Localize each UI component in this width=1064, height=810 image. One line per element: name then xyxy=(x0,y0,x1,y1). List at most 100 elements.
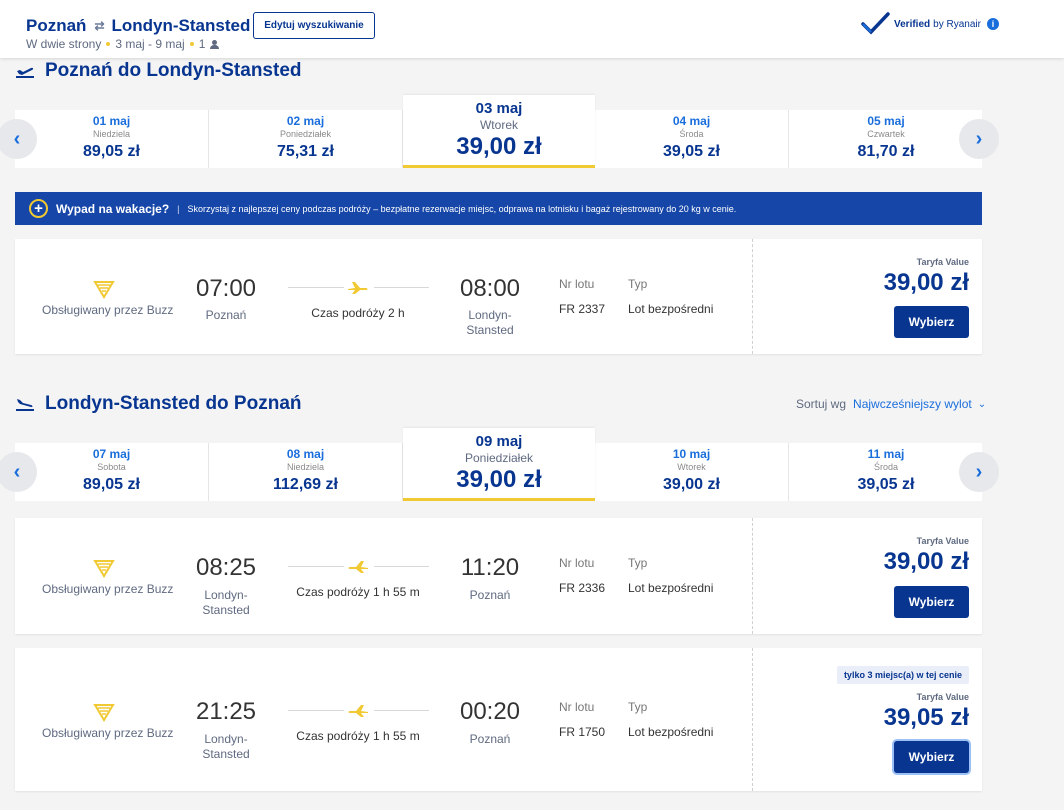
date-label: 11 maj xyxy=(867,447,905,461)
flight-type-label: Typ xyxy=(628,277,648,291)
select-flight-button[interactable]: Wybierz xyxy=(894,586,969,618)
departure-city: Poznań xyxy=(205,308,247,322)
route-line xyxy=(288,710,344,711)
date-label: 10 maj xyxy=(672,447,711,461)
date-option[interactable]: 04 maj Środa 39,05 zł xyxy=(595,110,789,168)
operator-label: Obsługiwany przez Buzz xyxy=(42,582,174,596)
plane-icon xyxy=(348,705,368,717)
plane-takeoff-icon xyxy=(16,67,34,78)
date-price: 89,05 zł xyxy=(83,476,140,493)
date-price: 39,00 zł xyxy=(456,466,542,493)
departure-city: Londyn- Stansted xyxy=(202,732,250,761)
select-flight-button[interactable]: Wybierz xyxy=(894,306,969,338)
weekday-label: Środa xyxy=(679,129,704,139)
card-divider xyxy=(752,518,753,634)
date-option[interactable]: 02 maj Poniedziałek 75,31 zł xyxy=(209,110,403,168)
date-label: 02 maj xyxy=(286,114,325,128)
arrival-time: 11:20 xyxy=(460,554,520,581)
arrival-city: Poznań xyxy=(469,588,511,602)
weekday-label: Niedziela xyxy=(92,129,131,139)
route-line xyxy=(288,287,344,288)
date-option[interactable]: 10 maj Wtorek 39,00 zł xyxy=(595,443,789,501)
date-price: 89,05 zł xyxy=(83,143,140,160)
route-title: Poznań ⇄ Londyn-Stansted xyxy=(26,16,250,36)
flight-card: Obsługiwany przez Buzz 08:25 Londyn- Sta… xyxy=(15,518,982,634)
fare-label: Taryfa Value xyxy=(916,692,969,702)
weekday-label: Wtorek xyxy=(479,118,518,132)
chevron-left-icon: ‹ xyxy=(13,460,21,483)
route-line xyxy=(288,566,344,567)
sort-control[interactable]: Sortuj wg Najwcześniejszy wylot ⌄ xyxy=(796,397,986,411)
flight-number: FR 2337 xyxy=(559,302,606,316)
flight-type-label: Typ xyxy=(628,700,648,714)
top-bar: Poznań ⇄ Londyn-Stansted W dwie strony 3… xyxy=(0,0,1064,58)
weekday-label: Poniedziałek xyxy=(464,451,534,465)
inbound-title-text: Londyn-Stansted do Poznań xyxy=(45,393,302,414)
date-price: 39,05 zł xyxy=(663,143,720,160)
flight-number-label: Nr lotu xyxy=(559,277,595,291)
promo-text: Skorzystaj z najlepszej ceny podczas pod… xyxy=(187,203,737,214)
outbound-title: Poznań do Londyn-Stansted xyxy=(15,60,302,82)
weekday-label: Środa xyxy=(873,462,899,472)
ryanair-harp-logo-icon xyxy=(93,281,115,299)
flight-card: Obsługiwany przez Buzz 21:25 Londyn- Sta… xyxy=(15,648,982,791)
promo-separator: | xyxy=(177,203,180,214)
fare-price: 39,00 zł xyxy=(883,548,969,575)
outbound-date-selector: 01 maj Niedziela 89,05 zł 02 maj Poniedz… xyxy=(0,95,999,168)
origin-city: Poznań xyxy=(26,16,87,35)
chevron-right-icon: › xyxy=(975,127,983,150)
trip-dates: 3 maj - 9 maj xyxy=(115,37,185,51)
flight-type: Lot bezpośredni xyxy=(628,302,714,316)
date-label: 03 maj xyxy=(475,100,523,117)
date-option[interactable]: 07 maj Sobota 89,05 zł xyxy=(15,443,209,501)
separator-dot-icon xyxy=(189,42,194,46)
promo-banner: + Wypad na wakacje? | Skorzystaj z najle… xyxy=(15,192,982,225)
date-option[interactable]: 08 maj Niedziela 112,69 zł xyxy=(209,443,403,501)
chevron-down-icon[interactable]: ⌄ xyxy=(978,399,986,410)
inbound-title: Londyn-Stansted do Poznań xyxy=(15,393,302,415)
plane-icon xyxy=(348,282,368,294)
fare-price: 39,00 zł xyxy=(883,269,969,296)
flight-duration: Czas podróży 1 h 55 m xyxy=(296,585,420,599)
sort-value[interactable]: Najwcześniejszy wylot xyxy=(853,397,972,411)
date-option-selected[interactable]: 09 maj Poniedziałek 39,00 zł xyxy=(403,428,595,501)
route-line xyxy=(374,566,429,567)
fare-label: Taryfa Value xyxy=(916,536,969,546)
edit-search-button[interactable]: Edytuj wyszukiwanie xyxy=(253,12,375,39)
operator-label: Obsługiwany przez Buzz xyxy=(42,726,174,740)
weekday-label: Poniedziałek xyxy=(279,129,332,139)
outbound-title-text: Poznań do Londyn-Stansted xyxy=(45,60,302,81)
date-label: 08 maj xyxy=(286,447,325,461)
chevron-left-icon: ‹ xyxy=(13,127,21,150)
verified-label: Verified xyxy=(894,18,931,30)
arrival-time: 08:00 xyxy=(459,275,521,302)
next-dates-button[interactable]: › xyxy=(959,119,999,159)
weekday-label: Wtorek xyxy=(677,462,706,472)
flight-number-label: Nr lotu xyxy=(559,700,595,714)
date-option[interactable]: 01 maj Niedziela 89,05 zł xyxy=(15,110,209,168)
date-option[interactable]: 05 maj Czwartek 81,70 zł xyxy=(789,110,983,168)
arrival-time: 00:20 xyxy=(459,698,521,725)
date-label: 01 maj xyxy=(92,114,131,128)
departure-time: 07:00 xyxy=(195,275,257,302)
verified-by-label: by Ryanair xyxy=(933,18,981,30)
ryanair-harp-logo-icon xyxy=(93,560,115,578)
plus-circle-icon: + xyxy=(29,199,48,218)
select-flight-button[interactable]: Wybierz xyxy=(894,741,969,773)
arrival-city: Londyn- Stansted xyxy=(466,308,514,337)
fare-price: 39,05 zł xyxy=(883,704,969,731)
date-option-selected[interactable]: 03 maj Wtorek 39,00 zł xyxy=(403,95,595,168)
date-price: 81,70 zł xyxy=(857,143,915,160)
verified-check-icon xyxy=(861,12,890,35)
weekday-label: Czwartek xyxy=(867,129,905,139)
info-icon[interactable]: i xyxy=(986,18,999,30)
sort-label: Sortuj wg xyxy=(796,397,847,411)
flight-duration: Czas podróży 1 h 55 m xyxy=(296,729,420,743)
departure-time: 21:25 xyxy=(195,698,257,725)
route-line xyxy=(374,710,429,711)
date-option[interactable]: 11 maj Środa 39,05 zł xyxy=(789,443,983,501)
flight-number: FR 2336 xyxy=(559,581,606,595)
departure-time: 08:25 xyxy=(195,554,257,581)
next-dates-button[interactable]: › xyxy=(959,452,999,492)
inbound-date-selector: 07 maj Sobota 89,05 zł 08 maj Niedziela … xyxy=(0,428,999,501)
